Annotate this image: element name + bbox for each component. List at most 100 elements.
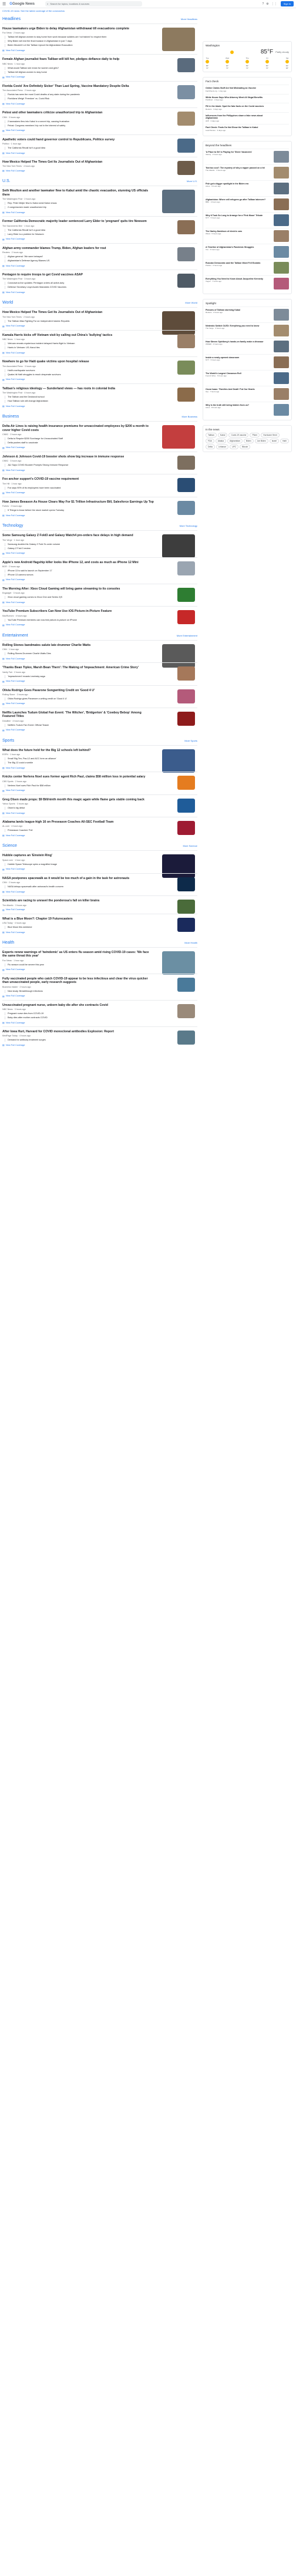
sidebar-story[interactable]: The Harley-Davidson of electric cars Wire… — [206, 227, 289, 244]
topic-chip[interactable]: UFC — [230, 444, 239, 449]
story-thumbnail[interactable] — [177, 361, 195, 375]
topic-chip[interactable]: Haiti — [280, 438, 289, 443]
related-story[interactable]: Taliban tell Afghan women to stay home f… — [5, 36, 152, 39]
topic-chip[interactable]: Joe Biden — [254, 438, 268, 443]
story-thumbnail[interactable] — [162, 534, 195, 558]
related-story[interactable]: 5 Things to know before the stock market… — [5, 509, 152, 513]
story-headline[interactable]: The Morning After: Xbox Cloud Gaming wil… — [2, 587, 154, 591]
story-headline[interactable]: What does the future hold for the Big 12… — [2, 749, 154, 752]
section-title[interactable]: Headlines — [2, 17, 21, 21]
related-story[interactable]: Biden Wouldn't Let the Taliban Uproot th… — [5, 44, 152, 48]
story-headline[interactable]: Afghan army commander blames Trump, Bide… — [2, 247, 154, 250]
story-headline[interactable]: How James Beeason As House Clears Way Fo… — [2, 500, 154, 504]
sidebar-story[interactable]: Inside a newly-opened classroom NYT · 5 h… — [206, 353, 289, 370]
search-input[interactable]: ⌕ Search for topics, locations & sources — [45, 1, 142, 6]
story-headline[interactable]: Johnson & Johnson Covid-19 booster shots… — [2, 455, 154, 459]
full-coverage-link[interactable]: ▤ View Full Coverage — [2, 624, 197, 627]
full-coverage-link[interactable]: ▤ View Full Coverage — [2, 129, 197, 132]
menu-icon[interactable]: ☰ — [2, 2, 6, 6]
story-headline[interactable]: YouTube Premium Subscribers Can Now Use … — [2, 610, 154, 613]
full-coverage-link[interactable]: ▤ View Full Coverage — [2, 76, 197, 79]
story-headline[interactable]: Netflix Launches Tudum Global Fan Event:… — [2, 711, 154, 719]
story-headline[interactable]: Knicks center Nerlens Noel sues former a… — [2, 775, 154, 779]
related-story[interactable]: Hubble Space Telescope spies a magnified… — [5, 863, 152, 866]
story-thumbnail[interactable] — [177, 917, 195, 932]
story-headline[interactable]: Pelosi and other lawmakers criticize una… — [2, 111, 154, 115]
settings-icon[interactable]: ⚙ — [266, 2, 268, 6]
related-story[interactable]: Larry Elder is a problem for Newsom — [5, 233, 152, 236]
story-headline[interactable]: Seth Moulton and another lawmaker flew t… — [2, 189, 154, 197]
full-coverage-link[interactable]: ▤ View Full Coverage — [2, 102, 197, 106]
related-story[interactable]: Nerlens Noel sues Rich Paul for $58 mill… — [5, 784, 152, 787]
related-story[interactable]: Samsung doubled its Galaxy Z Fold 3's or… — [5, 543, 152, 546]
more-link[interactable]: More Health — [184, 941, 197, 944]
story-thumbnail[interactable] — [177, 387, 195, 402]
sidebar-story[interactable]: Nintendo Switch OLED: Everything you nee… — [206, 322, 289, 338]
section-title[interactable]: Technology — [2, 524, 23, 528]
topic-chip[interactable]: Hurricane Henri — [261, 432, 280, 437]
full-coverage-link[interactable]: ▤ View Full Coverage — [2, 578, 197, 581]
story-headline[interactable]: Female Afghan journalist fears Taliban w… — [2, 58, 154, 61]
sidebar-story[interactable]: Oscar Isaac: 'Families And Death' Put Ou… — [206, 385, 289, 402]
related-story[interactable]: Delta to Require $200 Surcharge for Unva… — [5, 437, 152, 440]
sidebar-story[interactable]: White House Says Who Attorney Went All I… — [206, 93, 289, 103]
story-thumbnail[interactable] — [162, 749, 195, 773]
more-link[interactable]: More Technology — [180, 524, 197, 527]
more-link[interactable]: More Headlines — [181, 18, 197, 21]
related-story[interactable]: The Taliban and the Deobandi school — [5, 396, 152, 399]
topic-chip[interactable]: Covid-19 vaccine — [228, 432, 249, 437]
related-story[interactable]: iPhone 13 is said to launch on September… — [5, 569, 152, 573]
full-coverage-link[interactable]: ▤ View Full Coverage — [2, 1021, 197, 1025]
full-coverage-link[interactable]: ▤ View Full Coverage — [2, 1043, 197, 1047]
related-story[interactable]: Taliban tell Afghan women to stay home — [5, 70, 152, 74]
story-headline[interactable]: Apple's new Android flagship killer look… — [2, 561, 154, 564]
story-thumbnail[interactable] — [177, 455, 195, 470]
related-story[interactable]: The California Recall Isn't a good idea — [5, 147, 152, 150]
sidebar-story[interactable]: Fill in the blank: Spot the fake facts o… — [206, 103, 289, 112]
topic-chip[interactable]: Alaska — [215, 438, 226, 443]
topic-chip[interactable]: Taliban — [206, 432, 217, 437]
story-headline[interactable]: Alabama lands league-high 16 on Preseaso… — [2, 820, 154, 824]
related-story[interactable]: Olsen's big debut — [5, 807, 152, 810]
related-story[interactable]: What would Taliban rule mean for women a… — [5, 66, 152, 70]
help-icon[interactable]: ? — [263, 2, 264, 6]
sidebar-story[interactable]: 'Not too cool': The mystery of why a rap… — [206, 164, 289, 180]
story-thumbnail[interactable] — [177, 689, 195, 703]
full-coverage-link[interactable]: ▤ View Full Coverage — [2, 238, 197, 241]
story-thumbnail[interactable] — [177, 666, 195, 681]
story-thumbnail[interactable] — [177, 161, 195, 176]
story-thumbnail[interactable] — [177, 798, 195, 813]
full-coverage-link[interactable]: ▤ View Full Coverage — [2, 702, 197, 705]
story-thumbnail[interactable] — [177, 500, 195, 515]
story-thumbnail[interactable] — [177, 247, 195, 261]
related-story[interactable]: Netflix's Tudum Fan Event: Official Teas… — [5, 723, 152, 727]
related-story[interactable]: Rolling Stones Drummer Charlie Watts Die… — [5, 652, 152, 656]
topic-chip[interactable]: Lebanon — [216, 444, 229, 449]
story-thumbnail[interactable] — [177, 58, 195, 73]
story-thumbnail[interactable] — [162, 951, 195, 975]
topic-chip[interactable]: Afghanistan — [227, 438, 243, 443]
related-story[interactable]: 'Impeachment' recasts Lewinsky saga — [5, 675, 152, 678]
sidebar-story[interactable]: 'A Place to Sit' is Playing for 'Sheer V… — [206, 148, 289, 164]
full-coverage-link[interactable]: ▤ View Full Coverage — [2, 890, 197, 894]
topic-chip[interactable]: Israel — [269, 438, 279, 443]
story-thumbnail[interactable] — [177, 561, 195, 575]
full-coverage-link[interactable]: ▤ View Full Coverage — [2, 351, 197, 355]
story-thumbnail[interactable] — [177, 1004, 195, 1018]
section-title[interactable]: U.S. — [2, 179, 11, 183]
story-headline[interactable]: Some Samsung Galaxy Z Fold3 and Galaxy W… — [2, 534, 154, 537]
full-coverage-link[interactable]: ▤ View Full Coverage — [2, 291, 197, 294]
story-headline[interactable]: Former California Democratic majority le… — [2, 220, 154, 223]
sidebar-story[interactable]: Fish got a bigger spotlight in the Biden… — [206, 180, 289, 196]
related-story[interactable]: Florida has seen the most Covid deaths o… — [5, 93, 152, 97]
story-thumbnail[interactable] — [177, 776, 195, 790]
related-story[interactable]: 2 lawmakers flew into Kabul in a secret … — [5, 120, 152, 123]
related-story[interactable]: Fox says 90% of its employees have been … — [5, 486, 152, 490]
story-headline[interactable]: NASA postpones spacewalk as it would be … — [2, 877, 154, 880]
related-story[interactable]: The California Recall Isn't a good idea — [5, 228, 152, 232]
story-headline[interactable]: Unvaccinated pregnant nurse, unborn baby… — [2, 1004, 154, 1007]
section-title[interactable]: World — [2, 301, 13, 305]
sidebar-story[interactable]: Influencers from the Philippines share a… — [206, 112, 289, 124]
related-story[interactable]: Pregnant nurse dies from COVID-19 — [5, 1012, 152, 1016]
related-story[interactable]: Xbox cloud gaming comes to Xbox One and … — [5, 596, 152, 600]
